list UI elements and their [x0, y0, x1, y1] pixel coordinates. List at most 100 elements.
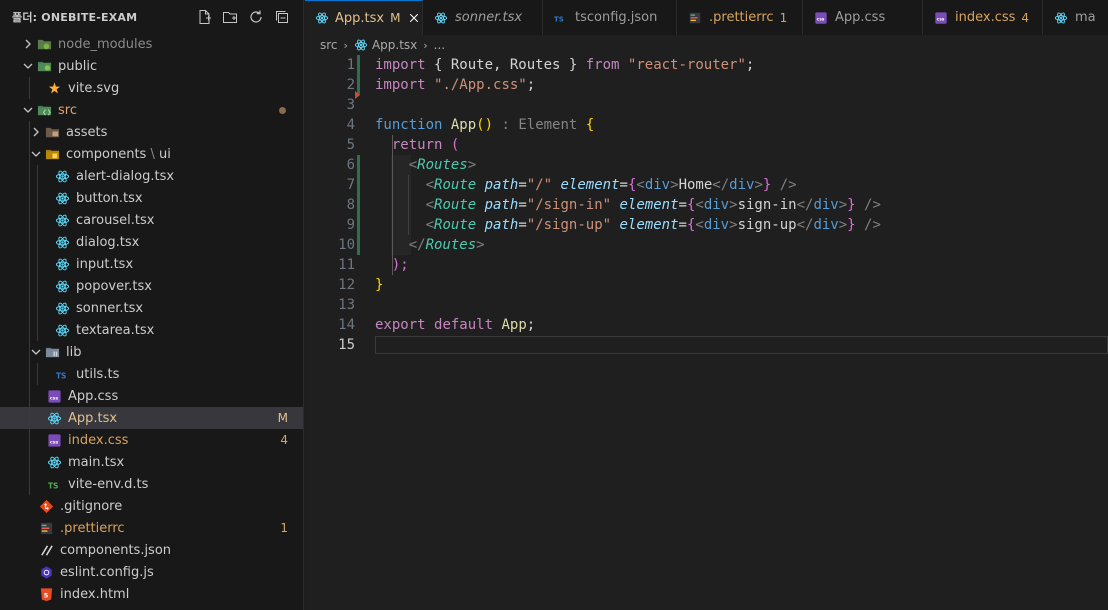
tree-item-gitignore[interactable]: .gitignore [0, 495, 303, 517]
chevron-down-icon [20, 58, 36, 74]
tree-item-eslint[interactable]: eslint.config.js [0, 561, 303, 583]
tab-app-css[interactable]: css App.css [803, 0, 923, 35]
tab-sonner-tsx[interactable]: sonner.tsx [423, 0, 543, 35]
line-number: 5 [346, 137, 355, 153]
code-editor[interactable]: 1 2 3 4 5 6 7 8 9 10 11 12 13 14 15 impo… [305, 55, 1108, 610]
tree-item-app-tsx[interactable]: App.tsx M [0, 407, 303, 429]
folder-assets-icon [44, 124, 60, 140]
tree-item-index-html[interactable]: 5 index.html [0, 583, 303, 605]
git-change-marker [357, 155, 360, 175]
code-token: Routes [425, 237, 477, 253]
react-file-icon [433, 10, 449, 26]
tree-item-label: vite.svg [68, 80, 120, 96]
tree-item-button[interactable]: button.tsx [0, 187, 303, 209]
new-folder-icon[interactable] [219, 6, 241, 28]
tree-item-src[interactable]: src [0, 99, 303, 121]
tree-item-popover[interactable]: popover.tsx [0, 275, 303, 297]
tree-item-components-json[interactable]: components.json [0, 539, 303, 561]
code-token: = [619, 177, 628, 193]
code-token: /> [864, 217, 881, 233]
code-token: div [729, 177, 755, 193]
tree-item-input[interactable]: input.tsx [0, 253, 303, 275]
code-line-9: <Route path="/sign-up" element={<div>sig… [375, 215, 881, 235]
tree-item-node_modules[interactable]: node_modules [0, 33, 303, 55]
svg-text:TS: TS [47, 481, 58, 490]
tree-item-label: button.tsx [76, 190, 143, 206]
problems-badge: 1 [280, 521, 288, 535]
tree-item-public[interactable]: public [0, 55, 303, 77]
code-token: Route [434, 197, 477, 213]
code-token: div [703, 217, 730, 233]
code-token: < [695, 197, 704, 213]
code-token: path [484, 177, 519, 193]
close-icon[interactable] [408, 10, 420, 26]
code-token: > [476, 237, 485, 253]
chevron-down-icon [20, 102, 36, 118]
chevron-down-icon [28, 146, 44, 162]
tree-item-dialog[interactable]: dialog.tsx [0, 231, 303, 253]
tree-item-index-css[interactable]: css index.css 4 [0, 429, 303, 451]
code-token: "/sign-up" [526, 217, 612, 233]
tab-main-tsx[interactable]: ma [1043, 0, 1108, 35]
indent-guide [29, 297, 30, 319]
tree-item-textarea[interactable]: textarea.tsx [0, 319, 303, 341]
indent-guide [29, 253, 30, 275]
tab-tsconfig-json[interactable]: TS tsconfig.json [543, 0, 677, 35]
refresh-icon[interactable] [245, 6, 267, 28]
tree-item-label: components [66, 146, 147, 162]
tree-item-assets[interactable]: assets [0, 121, 303, 143]
tab-prettierrc[interactable]: .prettierrc 1 [677, 0, 803, 35]
code-token: path [484, 217, 519, 233]
collapse-all-icon[interactable] [271, 6, 293, 28]
tree-item-utils[interactable]: TS utils.ts [0, 363, 303, 385]
tab-label: ma [1075, 10, 1096, 25]
code-token: < [425, 197, 435, 213]
code-token: ; [745, 57, 755, 73]
tree-item-app-css[interactable]: css App.css [0, 385, 303, 407]
code-token: Home [678, 177, 713, 193]
code-token: > [838, 197, 848, 213]
tree-item-vite-env[interactable]: TS vite-env.d.ts [0, 473, 303, 495]
svg-text:TS: TS [554, 15, 564, 23]
tree-item-components-ui[interactable]: components \ ui [0, 143, 303, 165]
file-tree: node_modules public vite.svg src assets [0, 33, 303, 605]
breadcrumb-item[interactable]: src [320, 38, 338, 52]
tab-index-css[interactable]: css index.css 4 [923, 0, 1043, 35]
tree-item-sonner[interactable]: sonner.tsx [0, 297, 303, 319]
breadcrumb-item[interactable]: ... [434, 38, 445, 52]
tab-app-tsx[interactable]: App.tsx M [305, 0, 423, 35]
tree-item-carousel[interactable]: carousel.tsx [0, 209, 303, 231]
code-line-8: <Route path="/sign-in" element={<div>sig… [375, 195, 881, 215]
indent-guide [37, 231, 38, 253]
line-number: 13 [338, 297, 355, 313]
tree-item-prettierrc[interactable]: .prettierrc 1 [0, 517, 303, 539]
breadcrumb-item[interactable]: App.tsx [372, 38, 417, 52]
code-token: sign-in [737, 197, 797, 213]
react-file-icon [46, 410, 62, 426]
tree-item-lib[interactable]: lib [0, 341, 303, 363]
tree-item-label: popover.tsx [76, 278, 152, 294]
folder-node-icon [36, 36, 52, 52]
code-line-5: return ( [375, 135, 459, 155]
indent-guide [37, 297, 38, 319]
react-file-icon [46, 454, 62, 470]
code-token: function [375, 117, 443, 133]
indent-guide [29, 341, 30, 363]
tab-status: 4 [1021, 10, 1030, 25]
code-token: < [636, 177, 645, 193]
code-token: element [619, 197, 679, 213]
code-line-12: } [375, 275, 383, 295]
tree-item-vite-svg[interactable]: vite.svg [0, 77, 303, 99]
css-file-icon: css [933, 10, 949, 26]
tree-item-sublabel: ui [158, 146, 171, 162]
code-token: </ [796, 197, 814, 213]
tree-item-main-tsx[interactable]: main.tsx [0, 451, 303, 473]
tree-item-alert-dialog[interactable]: alert-dialog.tsx [0, 165, 303, 187]
tab-label: index.css [955, 10, 1016, 25]
prettier-file-icon [38, 520, 54, 536]
indent-guide [37, 165, 38, 187]
indent-guide [29, 209, 30, 231]
new-file-icon[interactable] [193, 6, 215, 28]
code-token: > [467, 157, 477, 173]
code-token: div [813, 217, 839, 233]
